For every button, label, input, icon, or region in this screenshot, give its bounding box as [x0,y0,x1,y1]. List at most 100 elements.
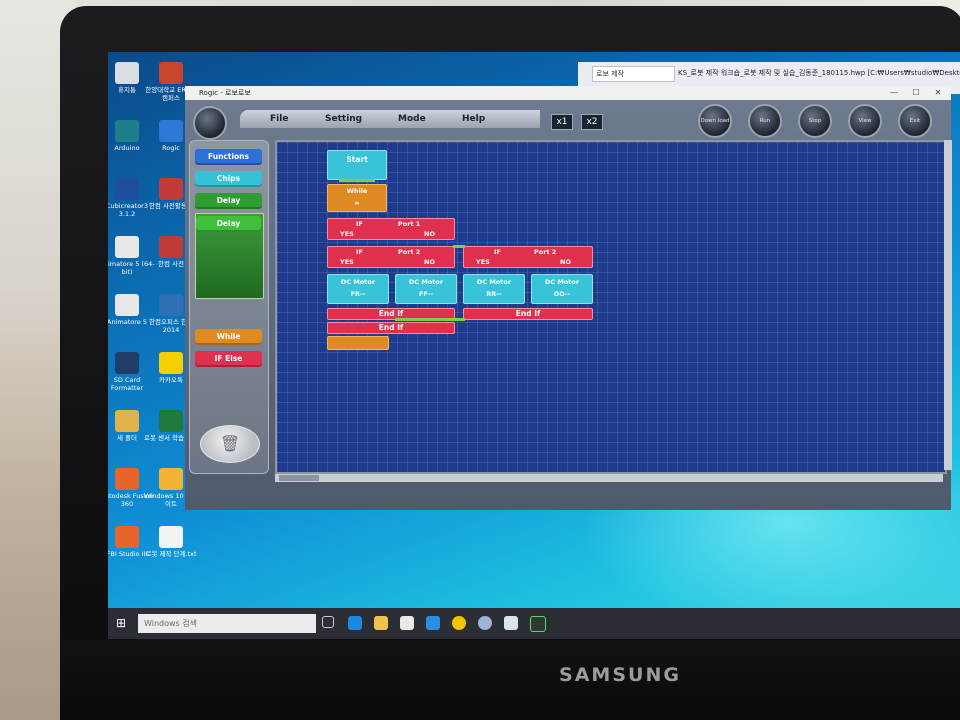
app-icon[interactable] [478,616,492,630]
bg-window-title: KS_로봇 제작 워크숍_로봇 제작 및 실습_김동준_180115.hwp [… [678,69,960,77]
hancom-dict-icon [159,236,183,258]
menu-mode[interactable]: Mode [398,114,426,124]
erica-icon [159,62,183,84]
while-tab[interactable]: While [195,329,262,345]
delay-block-item[interactable]: Delay [196,216,261,232]
menu-setting[interactable]: Setting [325,114,362,124]
chips-tab[interactable]: Chips [195,171,262,187]
dc-motor-block-2[interactable]: DC Motor FF-- [395,274,457,304]
run-button[interactable]: Run [748,104,782,138]
connector [453,245,465,248]
end-if-label: End If [378,309,404,318]
if-yes: YES [476,258,490,266]
menu-file[interactable]: File [270,114,288,124]
hwp-icon [159,294,183,316]
motor-value: FF-- [418,290,434,298]
search-box[interactable]: Windows 검색 [138,614,316,633]
rogic-body: File Setting Mode Help x1 x2 Down load R… [185,100,952,510]
title-bar: Rogic - 로보로보 — ☐ ✕ [185,86,951,100]
zoom-x1-button[interactable]: x1 [551,114,573,130]
close-icon[interactable]: ✕ [927,86,949,100]
while-value: ∞ [354,199,360,207]
file-explorer-icon[interactable] [374,616,388,630]
hwp-taskbar-icon[interactable] [504,616,518,630]
desktop-icon[interactable]: 로봇 제작 단계.txt [142,526,200,558]
bg-window-tab[interactable]: 로보 제작 [592,66,675,82]
motor-label: DC Motor [408,278,444,286]
view-button[interactable]: View [848,104,882,138]
edge-icon[interactable] [348,616,362,630]
if-yes: YES [340,258,354,266]
folder-icon [115,410,139,432]
dc-motor-block-4[interactable]: DC Motor OO-- [531,274,593,304]
if-block-port2-a[interactable]: IF Port 2 YES NO [327,246,455,268]
end-if-label: End If [515,309,541,318]
menu-bar: File Setting Mode Help [240,110,540,128]
while-label: While [346,187,368,195]
maximize-icon[interactable]: ☐ [905,86,927,100]
exit-button[interactable]: Exit [898,104,932,138]
motor-label: DC Motor [544,278,580,286]
motor-value: RR-- [486,290,502,298]
hancom-icon [159,178,183,200]
window-title: Rogic - 로보로보 [199,89,251,97]
internet-explorer-icon[interactable] [426,616,440,630]
kakaotalk-icon [159,352,183,374]
if-else-tab[interactable]: IF Else [195,351,262,367]
monitor-bezel-bottom [60,640,960,720]
if-no: NO [424,258,435,266]
minimize-icon[interactable]: — [883,86,905,100]
motor-label: DC Motor [340,278,376,286]
rogic-icon [159,120,183,142]
if-no: NO [424,230,435,238]
horizontal-scrollbar[interactable] [275,474,943,482]
connector [395,318,465,321]
dc-motor-block-1[interactable]: DC Motor FR-- [327,274,389,304]
start-block[interactable]: Start [327,150,387,180]
download-button[interactable]: Down load [698,104,732,138]
motor-label: DC Motor [476,278,512,286]
if-label: IF [356,248,363,256]
if-block-port1[interactable]: IF Port 1 YES NO [327,218,455,240]
while-end-block[interactable] [327,336,389,350]
if-label: IF [356,220,363,228]
menu-help[interactable]: Help [462,114,485,124]
zoom-x2-button[interactable]: x2 [581,114,603,130]
end-if-block-2[interactable]: End If [463,308,593,320]
task-view-icon[interactable] [322,616,334,628]
store-icon[interactable] [400,616,414,630]
if-port: Port 2 [398,248,421,256]
functions-tab[interactable]: Functions [195,149,262,165]
fusion-icon [115,468,139,490]
chrome-icon[interactable] [452,616,466,630]
if-port: Port 2 [534,248,557,256]
scrollbar-thumb[interactable] [279,475,319,481]
if-label: IF [494,248,501,256]
windows-start-icon[interactable]: ⊞ [116,616,130,630]
screen: 휴지통 한양대학교 ERICA 캠퍼스 Arduino Rogic Cubicreato… [108,52,960,639]
if-no: NO [560,258,571,266]
program-workspace[interactable]: Start While ∞ IF Port 1 YES NO IF Port 2… [275,140,947,474]
block-palette: Functions Chips Delay Delay While IF Els… [189,140,269,474]
start-label: Start [346,155,368,164]
rogic-taskbar-icon[interactable] [530,616,546,632]
motor-value: FR-- [350,290,366,298]
stop-button[interactable]: Stop [798,104,832,138]
if-port: Port 1 [398,220,421,228]
vertical-scrollbar[interactable] [944,140,952,470]
arduino-icon [115,120,139,142]
if-block-port2-b[interactable]: IF Port 2 YES NO [463,246,593,268]
delay-tab[interactable]: Delay [195,193,262,209]
trash-icon[interactable]: 🗑 [200,425,260,463]
if-yes: YES [340,230,354,238]
delay-panel: Delay [195,213,264,299]
while-block[interactable]: While ∞ [327,184,387,212]
end-if-block-3[interactable]: End If [327,322,455,334]
recycle-bin-icon [115,62,139,84]
end-if-label: End If [378,323,404,332]
desktop-icon-label: 로봇 제작 단계.txt [145,550,197,558]
dc-motor-block-3[interactable]: DC Motor RR-- [463,274,525,304]
text-file-icon [159,526,183,548]
fbi-icon [115,526,139,548]
windows-update-icon [159,468,183,490]
